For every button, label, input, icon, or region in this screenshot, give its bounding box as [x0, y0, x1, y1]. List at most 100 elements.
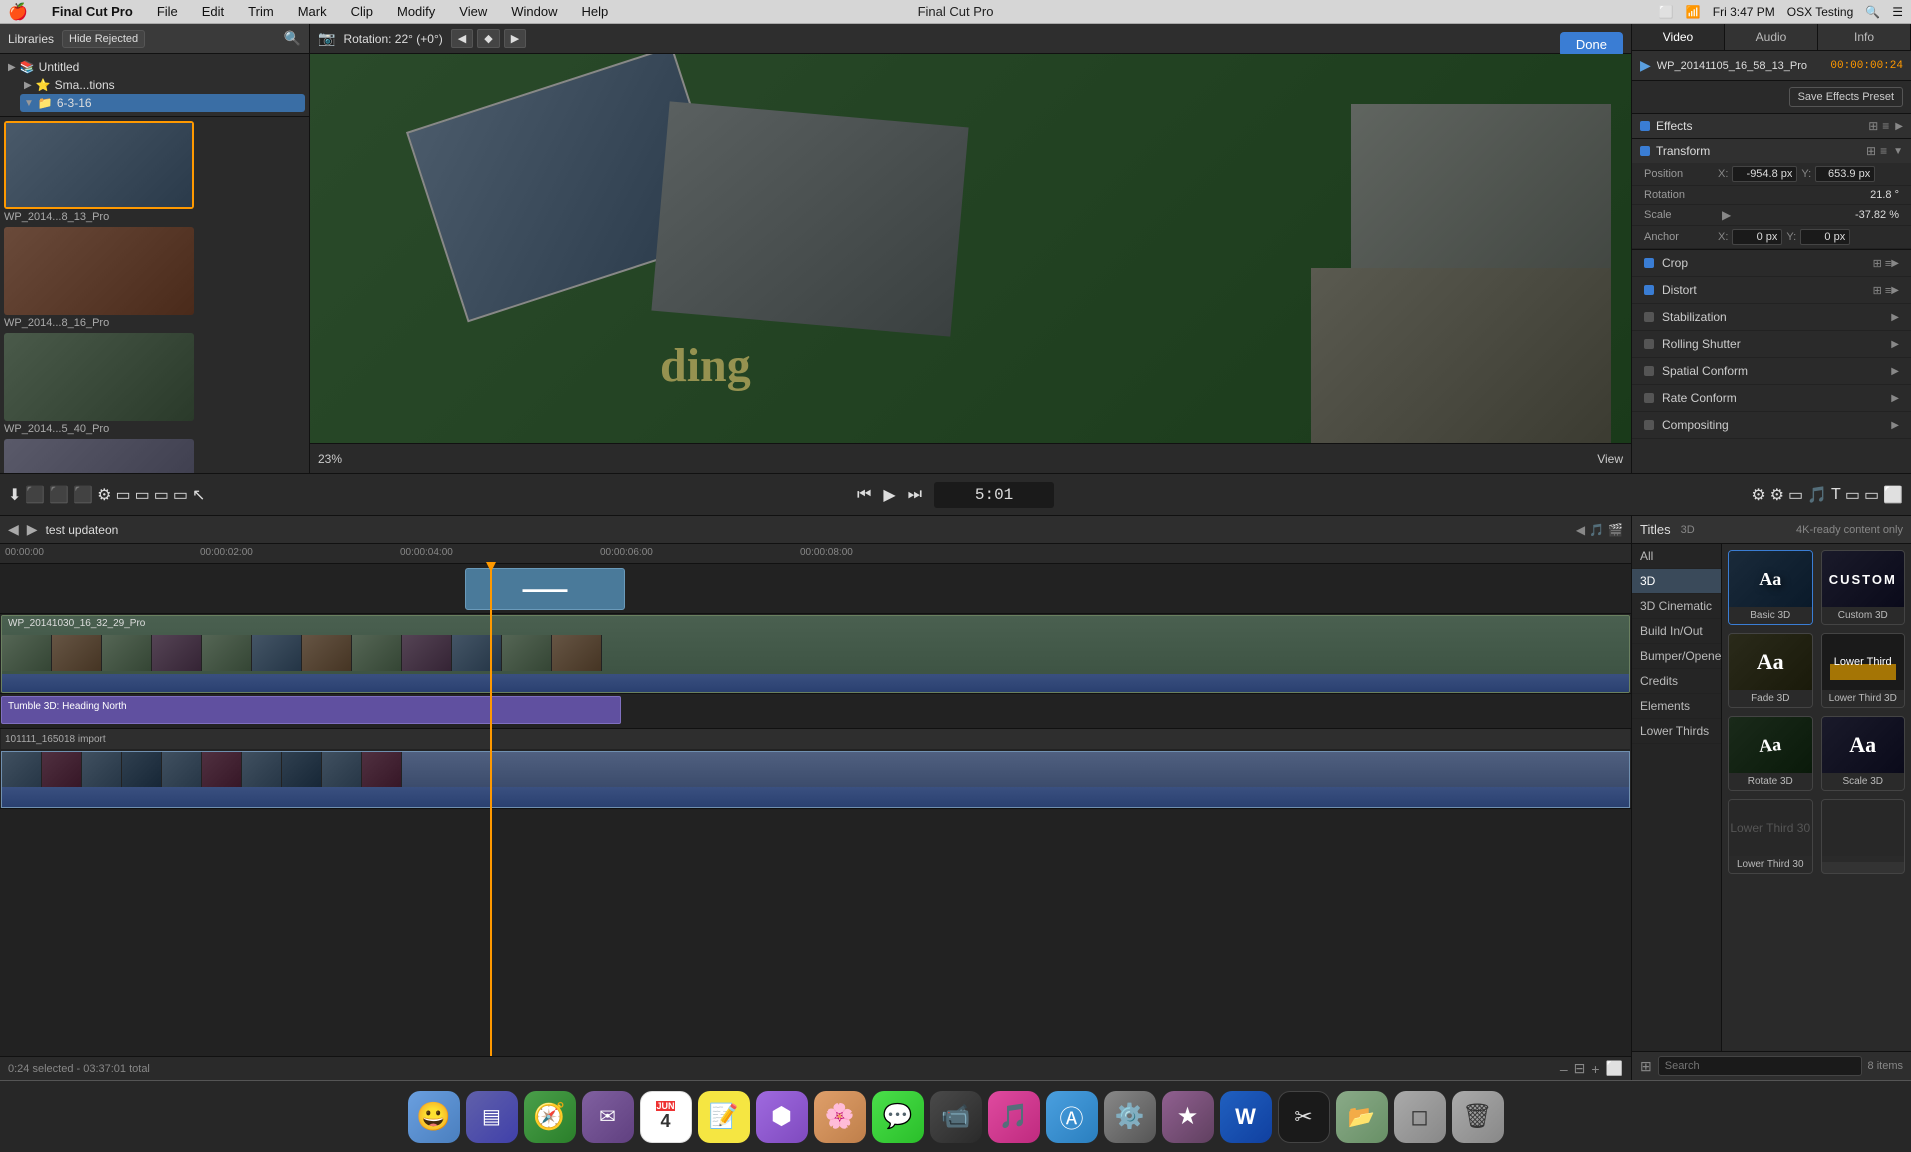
tl-prev-button[interactable]: ◀	[8, 521, 19, 538]
tab-audio[interactable]: Audio	[1725, 24, 1818, 50]
dock-item-safari[interactable]: 🧭	[524, 1091, 576, 1143]
tree-item-folder[interactable]: ▼ 📁 6-3-16	[20, 94, 305, 112]
toolbar-clip-btn3[interactable]: ⬛	[73, 485, 93, 505]
effects-header[interactable]: Effects ⊞ ≡ ▶	[1632, 114, 1911, 138]
nav-next-button[interactable]: ▶	[504, 29, 526, 48]
cat-build-in-out[interactable]: Build In/Out	[1632, 619, 1721, 644]
toolbar-expand-btn[interactable]: ⬜	[1883, 485, 1903, 505]
cat-bumper-opener[interactable]: Bumper/Opener	[1632, 644, 1721, 669]
dock-item-mail[interactable]: ✉	[582, 1091, 634, 1143]
cat-elements[interactable]: Elements	[1632, 694, 1721, 719]
compositing-row[interactable]: Compositing ▶	[1632, 412, 1911, 439]
titles-search-input[interactable]	[1658, 1056, 1862, 1076]
dock-item-appstore[interactable]: Ⓐ	[1046, 1091, 1098, 1143]
spatial-conform-row[interactable]: Spatial Conform ▶	[1632, 358, 1911, 385]
cat-3d[interactable]: 3D	[1632, 569, 1721, 594]
crop-row[interactable]: Crop ⊞ ≡ ▶	[1632, 250, 1911, 277]
dock-item-launchpad[interactable]: ⬢	[756, 1091, 808, 1143]
dock-item-notes[interactable]: 📝	[698, 1091, 750, 1143]
cat-lower-thirds[interactable]: Lower Thirds	[1632, 719, 1721, 744]
nav-prev-button[interactable]: ◀	[451, 29, 473, 48]
airplay-icon[interactable]: ⬜	[1659, 5, 1674, 19]
title-card-lowerthird3d[interactable]: Lower Third Lower Third 3D	[1821, 633, 1906, 708]
transform-grid-icon[interactable]: ⊞	[1866, 144, 1876, 158]
purple-effects-clip[interactable]: Tumble 3D: Heading North	[1, 696, 621, 724]
dock-item-sysprefs[interactable]: ⚙️	[1104, 1091, 1156, 1143]
transform-list-icon[interactable]: ≡	[1880, 144, 1887, 158]
tl-next-button[interactable]: ▶	[27, 521, 38, 538]
title-card-rotate3d[interactable]: Aa Rotate 3D	[1728, 716, 1813, 791]
title-card-placeholder8[interactable]	[1821, 799, 1906, 874]
titles-sidebar-toggle[interactable]: ⊞	[1640, 1058, 1652, 1075]
menu-help[interactable]: Help	[577, 4, 612, 19]
dock-item-messages[interactable]: 💬	[872, 1091, 924, 1143]
menu-trim[interactable]: Trim	[244, 4, 278, 19]
menu-clip[interactable]: Clip	[347, 4, 377, 19]
zoom-fit-button[interactable]: ⊟	[1574, 1060, 1586, 1077]
dock-item-photos[interactable]: 🌸	[814, 1091, 866, 1143]
go-to-end-button[interactable]: ⏭	[908, 486, 922, 504]
go-to-start-button[interactable]: ⏮	[857, 486, 871, 504]
toolbar-fx-btn[interactable]: ▭	[1864, 485, 1879, 505]
dock-item-trash[interactable]: 🗑	[1452, 1091, 1504, 1143]
save-effects-preset-button[interactable]: Save Effects Preset	[1789, 87, 1903, 107]
position-x-field[interactable]	[1732, 166, 1797, 182]
play-button[interactable]: ▶	[883, 485, 895, 505]
dock-item-word[interactable]: W	[1220, 1091, 1272, 1143]
rate-conform-row[interactable]: Rate Conform ▶	[1632, 385, 1911, 412]
toolbar-clip-btn1[interactable]: ⬛	[25, 485, 45, 505]
notification-icon[interactable]: ☰	[1892, 5, 1903, 19]
menu-window[interactable]: Window	[507, 4, 561, 19]
clip-item-3[interactable]: WP_2014...0_46_Pro	[4, 439, 305, 473]
toolbar-settings2-btn[interactable]: ⚙	[1770, 485, 1784, 505]
menu-file[interactable]: File	[153, 4, 182, 19]
clip-item-0[interactable]: WP_2014...8_13_Pro	[4, 121, 305, 223]
wifi-icon[interactable]: 📶	[1686, 5, 1701, 19]
distort-row[interactable]: Distort ⊞ ≡ ▶	[1632, 277, 1911, 304]
dock-item-finder[interactable]: 😀	[408, 1091, 460, 1143]
toolbar-title-btn[interactable]: T	[1831, 486, 1841, 504]
tl-audio-btn[interactable]: 🎵	[1589, 523, 1604, 537]
title-card-fade3d[interactable]: Aa Fade 3D	[1728, 633, 1813, 708]
dock-item-safari2[interactable]: ◻	[1394, 1091, 1446, 1143]
cat-3d-cinematic[interactable]: 3D Cinematic	[1632, 594, 1721, 619]
toolbar-audio-btn[interactable]: 🎵	[1807, 485, 1827, 505]
rolling-shutter-row[interactable]: Rolling Shutter ▶	[1632, 331, 1911, 358]
tree-item-untitled[interactable]: ▶ 📚 Untitled	[4, 58, 305, 76]
title-card-custom3d[interactable]: CUSTOM Custom 3D	[1821, 550, 1906, 625]
tl-video-btn[interactable]: 🎬	[1608, 523, 1623, 537]
search-icon[interactable]: 🔍	[1865, 5, 1880, 19]
dock-item-itunes[interactable]: 🎵	[988, 1091, 1040, 1143]
menu-app-name[interactable]: Final Cut Pro	[48, 4, 137, 19]
toolbar-snap-btn[interactable]: ▭	[1788, 485, 1803, 505]
dock-item-finder2[interactable]: 📂	[1336, 1091, 1388, 1143]
cat-credits[interactable]: Credits	[1632, 669, 1721, 694]
titles-filter-toggle[interactable]: 4K-ready content only	[1796, 524, 1903, 536]
transform-header[interactable]: Transform ⊞ ≡ ▼	[1632, 139, 1911, 163]
tl-zoom-out-btn[interactable]: ◀	[1576, 523, 1585, 537]
dock-item-app1[interactable]: ▤	[466, 1091, 518, 1143]
title-card-basic3d[interactable]: Aa Basic 3D	[1728, 550, 1813, 625]
toolbar-append-btn[interactable]: ▭	[154, 485, 169, 505]
playhead[interactable]	[490, 564, 492, 1056]
zoom-expand-button[interactable]: ⬜	[1606, 1060, 1623, 1077]
menu-mark[interactable]: Mark	[294, 4, 331, 19]
library-search-button[interactable]: 🔍	[284, 30, 301, 47]
toolbar-connect-btn[interactable]: ▭	[116, 485, 131, 505]
anchor-x-field[interactable]	[1732, 229, 1782, 245]
menu-modify[interactable]: Modify	[393, 4, 439, 19]
effects-grid-icon[interactable]: ⊞	[1868, 119, 1878, 133]
clip-item-2[interactable]: WP_2014...5_40_Pro	[4, 333, 305, 435]
view-button[interactable]: View	[1597, 452, 1623, 466]
toolbar-overwrite-btn[interactable]: ▭	[173, 485, 188, 505]
title-card-scale3d[interactable]: Aa Scale 3D	[1821, 716, 1906, 791]
title-card-lowerthird30[interactable]: Lower Third 30 Lower Third 30	[1728, 799, 1813, 874]
tab-video[interactable]: Video	[1632, 24, 1725, 50]
dock-item-facetime[interactable]: 📹	[930, 1091, 982, 1143]
secondary-video-clip[interactable]	[1, 751, 1630, 808]
dock-item-calendar[interactable]: JUN 4	[640, 1091, 692, 1143]
stabilization-row[interactable]: Stabilization ▶	[1632, 304, 1911, 331]
hide-rejected-button[interactable]: Hide Rejected	[62, 30, 145, 48]
position-y-field[interactable]	[1815, 166, 1875, 182]
toolbar-left-btn[interactable]: ⬇	[8, 485, 21, 505]
